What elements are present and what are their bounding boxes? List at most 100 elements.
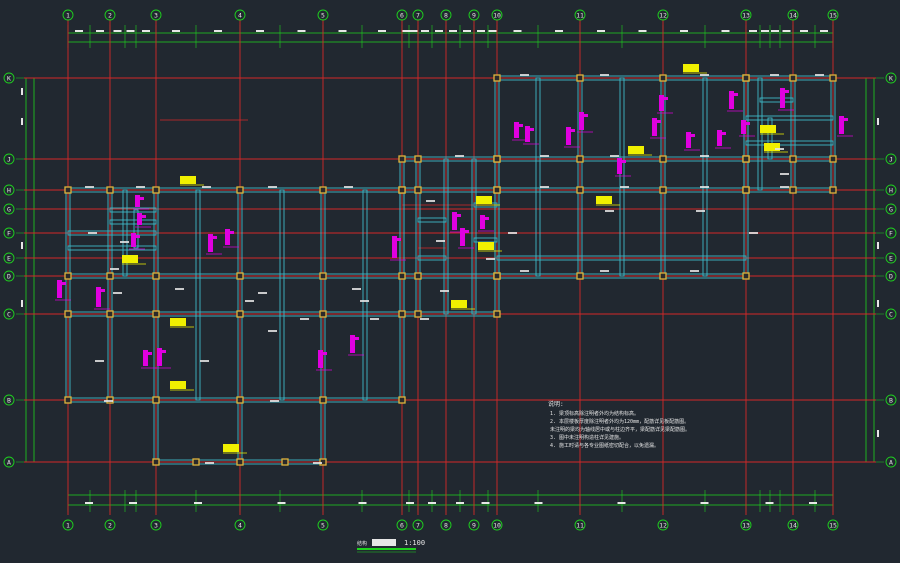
magenta-rebar-tag (480, 215, 485, 229)
column (789, 155, 797, 163)
beam-label-mark (104, 400, 113, 402)
dimension-text-mark (771, 30, 779, 32)
note-line: 1. 梁顶标高除注明者外均为结构标高。 (550, 410, 639, 417)
beam-label-mark (520, 270, 529, 272)
dimension-lines (16, 25, 884, 512)
axis-bubble-right-label: F (889, 230, 893, 238)
axis-bubble-right-label: G (889, 206, 893, 214)
yellow-section-tag (223, 444, 239, 452)
axis-bubble-bottom-label: 1 (66, 522, 70, 530)
column (742, 74, 750, 82)
magenta-rebar-tag (350, 335, 355, 353)
beam (195, 189, 201, 401)
axis-bubble-bottom-label: 10 (493, 522, 501, 530)
dimension-text-mark (820, 30, 828, 32)
magenta-rebar-tag (566, 127, 571, 145)
scale-label: 1:100 (404, 539, 425, 547)
axis-bubble-bottom-label: 11 (576, 522, 584, 530)
column (398, 272, 406, 280)
column (398, 310, 406, 318)
dimension-text-mark (113, 30, 122, 32)
beam-label-mark (436, 240, 445, 242)
axis-bubble-top-label: 3 (154, 12, 158, 20)
magenta-rebar-tick (844, 118, 848, 121)
column (106, 272, 114, 280)
dimension-text-mark (428, 502, 436, 504)
dimension-text-mark (21, 88, 23, 95)
axis-bubble-right-label: D (889, 273, 893, 281)
dimension-text-mark (749, 30, 757, 32)
dimension-text-mark (456, 502, 464, 504)
dimension-text-mark (378, 30, 386, 32)
cad-drawing-canvas[interactable]: 1 2 3 4 5 6 7 8 9 10 11 12 13 14 151 2 3 4 5 6 7 8 9 10 11 12 13 14… (0, 0, 900, 563)
beam (745, 115, 834, 121)
column (414, 155, 422, 163)
dimension-text-mark (700, 502, 709, 504)
dimension-text-mark (877, 430, 879, 437)
magenta-rebar-tick (457, 214, 461, 217)
magenta-rebar-tick (323, 352, 327, 355)
dimension-text-mark (761, 30, 769, 32)
dimension-text-mark (75, 30, 83, 32)
axis-bubble-bottom-label: 5 (321, 522, 325, 530)
dimension-text-mark (809, 502, 817, 504)
column (106, 310, 114, 318)
dimension-text-mark (877, 242, 879, 249)
axis-bubble-right-label: A (889, 459, 893, 467)
column (493, 74, 501, 82)
magenta-rebar-tag (460, 228, 465, 246)
axis-bubble-bottom-label: 2 (108, 522, 112, 530)
general-notes: 说明: 1. 梁顶标高除注明者外均为结构标高。2. 本层楼板厚度除注明者外均为12… (548, 400, 690, 449)
dimension-text-mark (481, 502, 490, 504)
note-line: 2. 本层楼板厚度除注明者外均为120mm，配筋详见板配筋图。 (550, 418, 689, 425)
column (64, 272, 72, 280)
magenta-rebar-tag (137, 213, 142, 225)
beam-label-mark (113, 292, 122, 294)
column (576, 155, 584, 163)
magenta-rebar-tick (213, 236, 217, 239)
magenta-rebar-tick (485, 217, 489, 220)
dimension-text-mark (126, 30, 135, 32)
magenta-rebar-tick (136, 235, 140, 238)
beam-label-mark (700, 155, 709, 157)
magenta-rebar-tag (131, 233, 136, 247)
beam-label-mark (775, 148, 784, 150)
column (493, 272, 501, 280)
notes-heading: 说明: (548, 400, 564, 408)
beam-label-mark (749, 232, 758, 234)
beam-label-mark (620, 186, 629, 188)
beam-label-mark (440, 290, 449, 292)
magenta-rebar-tick (691, 134, 695, 137)
beam (362, 189, 368, 401)
yellow-section-tag (170, 381, 186, 389)
axis-bubble-left-label: H (7, 187, 11, 195)
axis-bubble-left-label: E (7, 255, 11, 263)
yellow-section-tag (122, 255, 138, 263)
column (152, 186, 160, 194)
axis-bubble-top-label: 5 (321, 12, 325, 20)
beam-label-mark (700, 74, 709, 76)
column (493, 186, 501, 194)
dimension-text-mark (172, 30, 180, 32)
beam (417, 217, 447, 223)
column (106, 186, 114, 194)
yellow-section-tag (476, 196, 492, 204)
axis-bubble-top-label: 11 (576, 12, 584, 20)
beam-label-mark (610, 155, 619, 157)
column (236, 186, 244, 194)
dimension-text-mark (21, 118, 23, 125)
column (493, 310, 501, 318)
axis-bubble-bottom-label: 14 (789, 522, 797, 530)
magenta-rebar-tag (839, 116, 844, 134)
magenta-rebar-tag (225, 229, 230, 245)
magenta-rebar-tag (452, 212, 457, 230)
dimension-text-mark (406, 502, 414, 504)
magenta-rebar-tick (722, 132, 726, 135)
dimension-text-mark (877, 118, 879, 125)
column (281, 458, 289, 466)
column (414, 272, 422, 280)
beam-label-mark (205, 462, 214, 464)
dimension-text-mark (358, 502, 367, 504)
magenta-rebar-tick (657, 120, 661, 123)
yellow-section-tag (628, 146, 644, 154)
